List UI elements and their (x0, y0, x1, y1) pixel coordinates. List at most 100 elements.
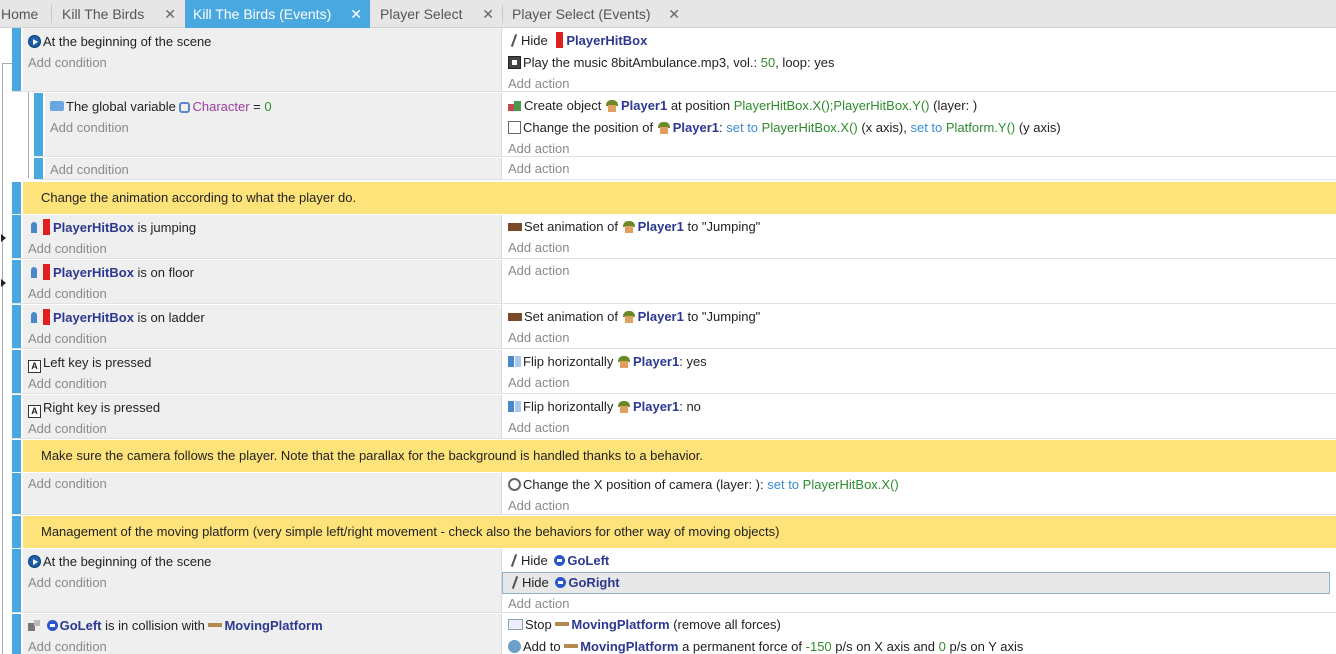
conditions-panel[interactable]: A Right key is pressed Add condition (23, 395, 502, 439)
conditions-panel[interactable]: PlayerHitBox is on floor Add condition (23, 260, 502, 304)
actions-panel[interactable]: Hide GoLeft Hide GoRight Add action (502, 549, 1336, 613)
add-action-button[interactable]: Add action (502, 237, 569, 258)
event-selection-bar[interactable] (12, 215, 21, 259)
action[interactable]: Set animation of Player1 to "Jumping" (502, 216, 760, 237)
add-condition-button[interactable]: Add condition (23, 418, 107, 439)
add-condition-button[interactable]: Add condition (23, 283, 107, 304)
comment-block[interactable]: Change the animation according to what t… (23, 182, 1336, 214)
actions-panel[interactable]: Set animation of Player1 to "Jumping" Ad… (502, 305, 1336, 349)
condition[interactable]: PlayerHitBox is on ladder (23, 307, 205, 328)
close-icon[interactable]: ✕ (164, 0, 176, 28)
event-row[interactable]: A Right key is pressed Add condition Flip… (12, 395, 1336, 439)
sub-event-row[interactable]: The global variable Character = 0 Add co… (34, 93, 1336, 157)
close-icon[interactable]: ✕ (350, 0, 362, 28)
event-selection-bar[interactable] (12, 305, 21, 349)
condition[interactable]: PlayerHitBox is jumping (23, 217, 196, 238)
condition[interactable]: The global variable Character = 0 (45, 96, 272, 117)
action[interactable]: Flip horizontally Player1: yes (502, 351, 707, 372)
add-action-button[interactable]: Add action (502, 327, 569, 348)
condition[interactable]: A Left key is pressed (23, 352, 151, 373)
event-selection-bar[interactable] (12, 182, 21, 214)
add-action-button[interactable]: Add action (502, 158, 569, 179)
add-action-button[interactable]: Add action (502, 593, 569, 614)
actions-panel[interactable]: Add action (502, 260, 1336, 304)
collapse-arrow-icon[interactable] (1, 234, 6, 242)
comment-block[interactable]: Make sure the camera follows the player.… (23, 440, 1336, 472)
conditions-panel[interactable]: At the beginning of the scene Add condit… (23, 549, 502, 613)
sub-event-row[interactable]: Add condition Add action (34, 158, 1336, 180)
action[interactable]: Hide GoLeft (502, 550, 609, 571)
tab-kill-the-birds-events[interactable]: Kill The Birds (Events) ✕ (185, 0, 370, 28)
add-condition-button[interactable]: Add condition (45, 159, 129, 180)
event-selection-bar[interactable] (12, 28, 21, 92)
event-row[interactable]: GoLeft is in collision with MovingPlatfo… (12, 614, 1336, 654)
actions-panel[interactable]: Hide PlayerHitBox Play the music 8bitAmb… (502, 28, 1336, 92)
condition[interactable]: At the beginning of the scene (23, 551, 211, 572)
add-condition-button[interactable]: Add condition (23, 572, 107, 593)
condition[interactable]: At the beginning of the scene (23, 31, 211, 52)
add-action-button[interactable]: Add action (502, 260, 569, 281)
condition[interactable]: A Right key is pressed (23, 397, 160, 418)
actions-panel[interactable]: Change the X position of camera (layer: … (502, 473, 1336, 515)
action[interactable]: Create object Player1 at position Player… (502, 95, 977, 116)
condition[interactable]: PlayerHitBox is on floor (23, 262, 194, 283)
tab-home[interactable]: Home (0, 0, 50, 28)
actions-panel[interactable]: Set animation of Player1 to "Jumping" Ad… (502, 215, 1336, 259)
close-icon[interactable]: ✕ (668, 0, 680, 28)
actions-panel[interactable]: Flip horizontally Player1: yes Add actio… (502, 350, 1336, 394)
conditions-panel[interactable]: A Left key is pressed Add condition (23, 350, 502, 394)
conditions-panel[interactable]: Add condition (45, 158, 502, 180)
event-selection-bar[interactable] (12, 260, 21, 304)
event-row[interactable]: PlayerHitBox is jumping Add condition Se… (12, 215, 1336, 259)
selected-action[interactable]: Hide GoRight (502, 572, 1330, 594)
event-selection-bar[interactable] (34, 158, 43, 180)
event-row[interactable]: At the beginning of the scene Add condit… (12, 549, 1336, 613)
actions-panel[interactable]: Flip horizontally Player1: no Add action (502, 395, 1336, 439)
event-selection-bar[interactable] (12, 440, 21, 472)
collapse-arrow-icon[interactable] (1, 279, 6, 287)
add-condition-button[interactable]: Add condition (45, 117, 129, 138)
add-condition-button[interactable]: Add condition (23, 238, 107, 259)
add-condition-button[interactable]: Add condition (23, 636, 107, 654)
conditions-panel[interactable]: PlayerHitBox is jumping Add condition (23, 215, 502, 259)
conditions-panel[interactable]: GoLeft is in collision with MovingPlatfo… (23, 614, 502, 654)
event-row[interactable]: PlayerHitBox is on ladder Add condition … (12, 305, 1336, 349)
event-selection-bar[interactable] (12, 614, 21, 654)
add-condition-button[interactable]: Add condition (23, 52, 107, 73)
event-selection-bar[interactable] (34, 93, 43, 157)
conditions-panel[interactable]: The global variable Character = 0 Add co… (45, 93, 502, 157)
add-condition-button[interactable]: Add condition (23, 373, 107, 394)
event-selection-bar[interactable] (12, 549, 21, 613)
event-row[interactable]: At the beginning of the scene Add condit… (12, 28, 1336, 92)
comment-block[interactable]: Management of the moving platform (very … (23, 516, 1336, 548)
event-selection-bar[interactable] (12, 350, 21, 394)
actions-panel[interactable]: Add action (502, 158, 1336, 180)
tab-kill-the-birds[interactable]: Kill The Birds ✕ (54, 0, 184, 28)
add-action-button[interactable]: Add action (502, 417, 569, 438)
action[interactable]: Stop MovingPlatform (remove all forces) (502, 614, 781, 635)
action[interactable]: Set animation of Player1 to "Jumping" (502, 306, 760, 327)
event-row[interactable]: Add condition Change the X position of c… (12, 473, 1336, 515)
event-selection-bar[interactable] (12, 516, 21, 548)
action[interactable]: Flip horizontally Player1: no (502, 396, 701, 417)
event-row[interactable]: A Left key is pressed Add condition Flip … (12, 350, 1336, 394)
tab-player-select-events[interactable]: Player Select (Events) ✕ (504, 0, 688, 28)
event-row[interactable]: PlayerHitBox is on floor Add condition A… (12, 260, 1336, 304)
action[interactable]: Hide PlayerHitBox (502, 30, 647, 51)
add-action-button[interactable]: Add action (502, 372, 569, 393)
event-selection-bar[interactable] (12, 473, 21, 515)
action[interactable]: Add to MovingPlatform a permanent force … (502, 636, 1023, 654)
actions-panel[interactable]: Create object Player1 at position Player… (502, 93, 1336, 157)
actions-panel[interactable]: Stop MovingPlatform (remove all forces) … (502, 614, 1336, 654)
conditions-panel[interactable]: At the beginning of the scene Add condit… (23, 28, 502, 92)
condition[interactable]: GoLeft is in collision with MovingPlatfo… (23, 615, 323, 636)
action[interactable]: Change the X position of camera (layer: … (502, 474, 899, 495)
add-action-button[interactable]: Add action (502, 495, 569, 516)
action[interactable]: Play the music 8bitAmbulance.mp3, vol.: … (502, 52, 834, 73)
action[interactable]: Change the position of Player1: set to P… (502, 117, 1061, 138)
conditions-panel[interactable]: PlayerHitBox is on ladder Add condition (23, 305, 502, 349)
add-condition-button[interactable]: Add condition (23, 473, 107, 494)
add-condition-button[interactable]: Add condition (23, 328, 107, 349)
tab-player-select[interactable]: Player Select ✕ (372, 0, 502, 28)
event-selection-bar[interactable] (12, 395, 21, 439)
